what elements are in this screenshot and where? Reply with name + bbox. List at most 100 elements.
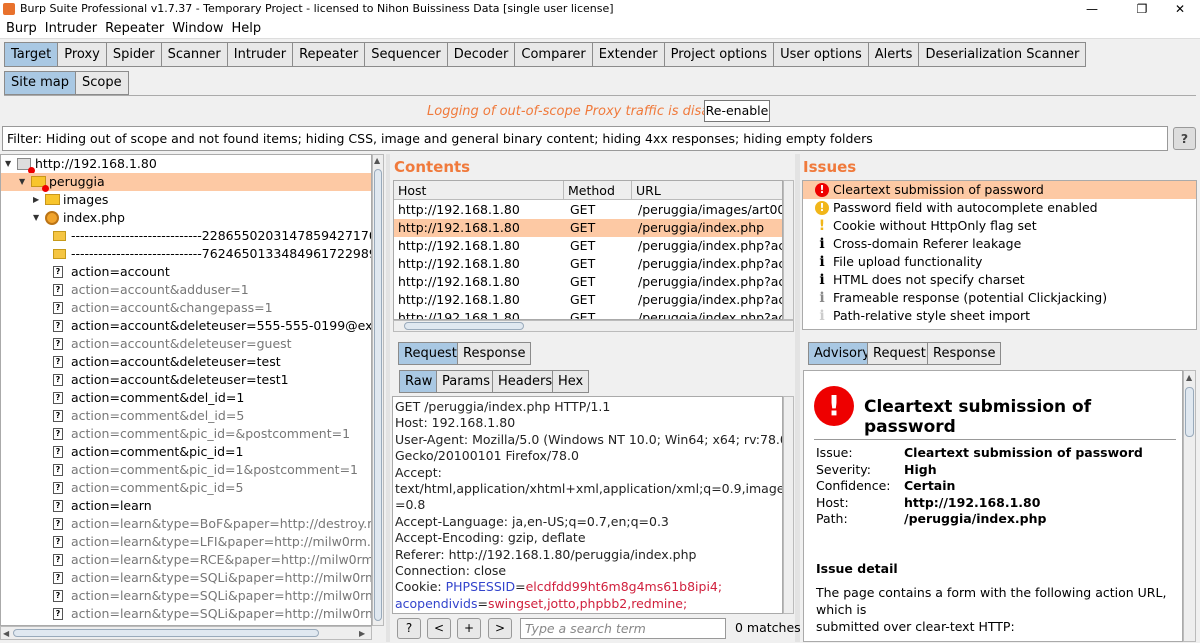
minimize-button[interactable]: — [1072,0,1112,18]
tab-user-options[interactable]: User options [773,42,868,67]
tree-node[interactable]: ? action=account&deleteuser=555-555-0199@… [1,317,371,335]
column-header-host[interactable]: Host [394,181,564,200]
tab-sequencer[interactable]: Sequencer [364,42,447,67]
tree-node[interactable]: ? action=account&deleteuser=test [1,353,371,371]
column-header-url[interactable]: URL [632,181,782,200]
tree-node[interactable]: -----------------------------76246501334… [1,245,371,263]
tree-node[interactable]: ? action=learn [1,497,371,515]
tree-node[interactable]: ? action=learn&type=SQLi&paper=http://mil… [1,587,371,605]
search-prev-button[interactable]: < [427,618,451,639]
issue-item[interactable]: i Frameable response (potential Clickjack… [803,289,1196,307]
tree-node[interactable]: ▼ peruggia [1,173,371,192]
table-row[interactable]: http://192.168.1.80 GET/peruggia/index.ph… [394,273,782,291]
tree-vertical-scrollbar[interactable]: ▲ [372,154,384,626]
tab-extender[interactable]: Extender [591,42,664,67]
issue-item[interactable]: i Cross-domain Referer leakage [803,235,1196,253]
tab-raw[interactable]: Raw [399,370,439,393]
issue-item[interactable]: i HTML does not specify charset [803,271,1196,289]
table-row[interactable]: http://192.168.1.80 GET/peruggia/index.ph… [394,309,782,319]
tree-horizontal-scrollbar[interactable]: ◀ ▶ [0,626,372,640]
advisory-vertical-scrollbar[interactable]: ▲ [1183,370,1196,642]
issue-item[interactable]: i Path-relative style sheet import [803,307,1196,325]
tree-node[interactable]: ? action=learn&type=LFI&paper=http://milw… [1,533,371,551]
table-row[interactable]: http://192.168.1.80 GET/peruggia/index.ph… [394,237,782,255]
help-button[interactable]: ? [1173,127,1196,150]
tree-node[interactable]: ? action=account [1,263,371,281]
search-options-button[interactable]: + [457,618,481,639]
tab-intruder[interactable]: Intruder [226,42,293,67]
scroll-thumb[interactable] [13,629,319,637]
tree-node[interactable]: ? action=learn&type=BoF&paper=http://dest… [1,515,371,533]
menu-help[interactable]: Help [228,18,266,39]
request-editor[interactable]: GET /peruggia/index.php HTTP/1.1 Host: 19… [392,396,783,614]
tree-node[interactable]: ? action=comment&del_id=1 [1,389,371,407]
re-enable-button[interactable]: Re-enable [704,100,770,122]
table-row[interactable]: http://192.168.1.80 GET/peruggia/index.ph… [394,255,782,273]
table-row[interactable]: http://192.168.1.80 GET/peruggia/images/a… [394,201,782,219]
tab-decoder[interactable]: Decoder [446,42,515,67]
site-map-tree[interactable]: ▼ http://192.168.1.80 ▼ peruggia ▶ images ▼ ind… [0,154,372,626]
scroll-left-icon[interactable]: ◀ [3,629,9,638]
tab-site-map[interactable]: Site map [4,71,75,95]
tab-scanner[interactable]: Scanner [160,42,227,67]
scroll-thumb[interactable] [1185,387,1194,437]
tree-node[interactable]: -----------------------------22865502031… [1,227,371,245]
tree-node[interactable]: ? action=comment&pic_id=&postcomment=1 [1,425,371,443]
tree-node[interactable]: ? action=account&adduser=1 [1,281,371,299]
issue-item[interactable]: ! Cleartext submission of password [803,181,1196,199]
tree-node[interactable]: ? action=comment&pic_id=5 [1,479,371,497]
menu-repeater[interactable]: Repeater [101,18,168,39]
menu-window[interactable]: Window [168,18,227,39]
contents-horizontal-scrollbar[interactable] [393,320,794,332]
issue-item[interactable]: ! Password field with autocomplete enable… [803,199,1196,217]
pane-splitter[interactable] [386,154,390,642]
scroll-thumb[interactable] [374,169,382,621]
request-vertical-scrollbar[interactable] [783,396,794,614]
tree-node[interactable]: ? action=account&deleteuser=guest [1,335,371,353]
menu-burp[interactable]: Burp [2,18,41,39]
tab-params[interactable]: Params [436,370,496,393]
tab-advisory-request[interactable]: Request [867,342,932,365]
scroll-right-icon[interactable]: ▶ [359,629,365,638]
tab-scope[interactable]: Scope [74,71,129,95]
expanded-arrow-icon[interactable]: ▼ [19,173,29,191]
tab-deserialization-scanner[interactable]: Deserialization Scanner [918,42,1087,67]
search-input[interactable]: Type a search term [520,618,726,639]
tab-comparer[interactable]: Comparer [514,42,592,67]
tab-project-options[interactable]: Project options [663,42,774,67]
issue-item[interactable]: ! Cookie without HttpOnly flag set [803,217,1196,235]
close-button[interactable]: ✕ [1160,0,1200,18]
tree-node[interactable]: ? action=learn&type=SQLi&paper=http://mil… [1,605,371,623]
tab-response[interactable]: Response [457,342,532,365]
tree-node[interactable]: ? action=account&deleteuser=test1 [1,371,371,389]
pane-splitter[interactable] [795,154,800,642]
tree-node[interactable]: ▼ index.php [1,209,371,227]
maximize-button[interactable]: ❐ [1122,0,1162,18]
expanded-arrow-icon[interactable]: ▼ [33,209,43,227]
filter-bar[interactable]: Filter: Hiding out of scope and not foun… [2,126,1168,151]
scroll-up-icon[interactable]: ▲ [1186,373,1192,382]
tab-request[interactable]: Request [398,342,463,365]
search-next-button[interactable]: > [488,618,512,639]
tab-proxy[interactable]: Proxy [57,42,106,67]
tab-hex[interactable]: Hex [552,370,590,393]
tab-advisory-response[interactable]: Response [927,342,1002,365]
menu-intruder[interactable]: Intruder [41,18,101,39]
table-row[interactable]: http://192.168.1.80 GET/peruggia/index.ph… [394,219,782,237]
scroll-up-icon[interactable]: ▲ [374,156,380,165]
tree-node[interactable]: ▶ images [1,191,371,209]
tab-spider[interactable]: Spider [105,42,161,67]
search-help-button[interactable]: ? [397,618,421,639]
tree-node[interactable]: ? action=account&changepass=1 [1,299,371,317]
tree-node[interactable]: ? action=learn&type=RCE&paper=http://milw… [1,551,371,569]
tree-node[interactable]: ? action=comment&pic_id=1&postcomment=1 [1,461,371,479]
table-row[interactable]: http://192.168.1.80 GET/peruggia/index.ph… [394,291,782,309]
tree-node[interactable]: ? action=comment&del_id=5 [1,407,371,425]
tree-node[interactable]: ? action=learn&type=SQLi&paper=http://mil… [1,569,371,587]
tab-repeater[interactable]: Repeater [292,42,365,67]
tab-advisory[interactable]: Advisory [808,342,876,365]
tab-alerts[interactable]: Alerts [867,42,919,67]
tab-headers[interactable]: Headers [492,370,559,393]
collapsed-arrow-icon[interactable]: ▶ [33,191,43,209]
tree-node[interactable]: ▼ http://192.168.1.80 [1,155,371,174]
